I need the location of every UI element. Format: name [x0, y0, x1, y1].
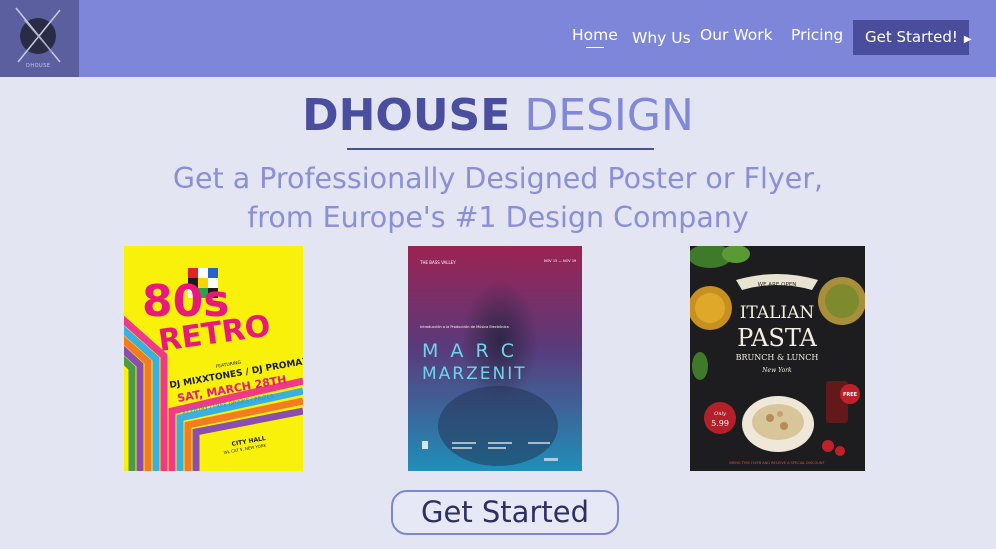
marc-name-1: M A R C [422, 340, 517, 362]
marc-top-left-text: THE BASS VALLEY [419, 260, 456, 265]
brand-title-light: DESIGN [524, 90, 694, 141]
nav-link-why-us[interactable]: Why Us [632, 29, 691, 47]
tagline-line-2: from Europe's #1 Design Company [247, 201, 749, 234]
pasta-ribbon-text: WE ARE OPEN [758, 282, 797, 288]
marc-top-right-text: NOV 15 — NOV 19 [544, 259, 576, 263]
tagline-line-1: Get a Professionally Designed Poster or … [172, 162, 824, 195]
pasta-city: New York [761, 367, 792, 374]
nav-link-pricing[interactable]: Pricing [791, 26, 843, 44]
logo[interactable]: DHOUSE [0, 0, 79, 77]
pasta-price: 5.99 [711, 419, 729, 428]
nav-link-our-work[interactable]: Our Work [700, 26, 773, 44]
brand-divider [347, 148, 654, 150]
pasta-title-1: ITALIAN [740, 303, 815, 323]
marc-name-2: MARZENIT [422, 364, 527, 384]
pasta-free-badge: FREE [843, 392, 858, 398]
poster-80s-retro[interactable]: 80s RETRO FEATURING DJ MIXXTONES / DJ PR… [124, 246, 303, 471]
pasta-price-only: Only [714, 411, 726, 417]
nav-get-started-label: Get Started! [865, 28, 958, 46]
logo-text: DHOUSE [26, 63, 51, 69]
nav-link-home[interactable]: Home [572, 26, 618, 48]
brand-title-bold: DHOUSE [302, 90, 511, 141]
pasta-footer-text: BRING THIS FLYER AND RECEIVE A SPECIAL D… [729, 461, 825, 465]
play-arrow-icon: ▶ [963, 34, 972, 45]
pasta-title-2: PASTA [737, 324, 817, 352]
brand-title: DHOUSE DESIGN [0, 90, 996, 142]
get-started-button[interactable]: Get Started [391, 490, 619, 535]
navbar: DHOUSE Home Why Us Our Work Pricing Get … [0, 0, 996, 77]
marc-intro-text: Introducción a la Producción de Música E… [420, 325, 509, 329]
pasta-subtitle: BRUNCH & LUNCH [736, 353, 819, 362]
poster-italian-pasta[interactable]: WE ARE OPEN ITALIAN PASTA BRUNCH & LUNCH… [690, 246, 865, 471]
nav-get-started-button[interactable]: Get Started! ▶ [853, 20, 972, 55]
poster-marc-marzenit[interactable]: THE BASS VALLEY NOV 15 — NOV 19 Introduc… [408, 246, 582, 471]
